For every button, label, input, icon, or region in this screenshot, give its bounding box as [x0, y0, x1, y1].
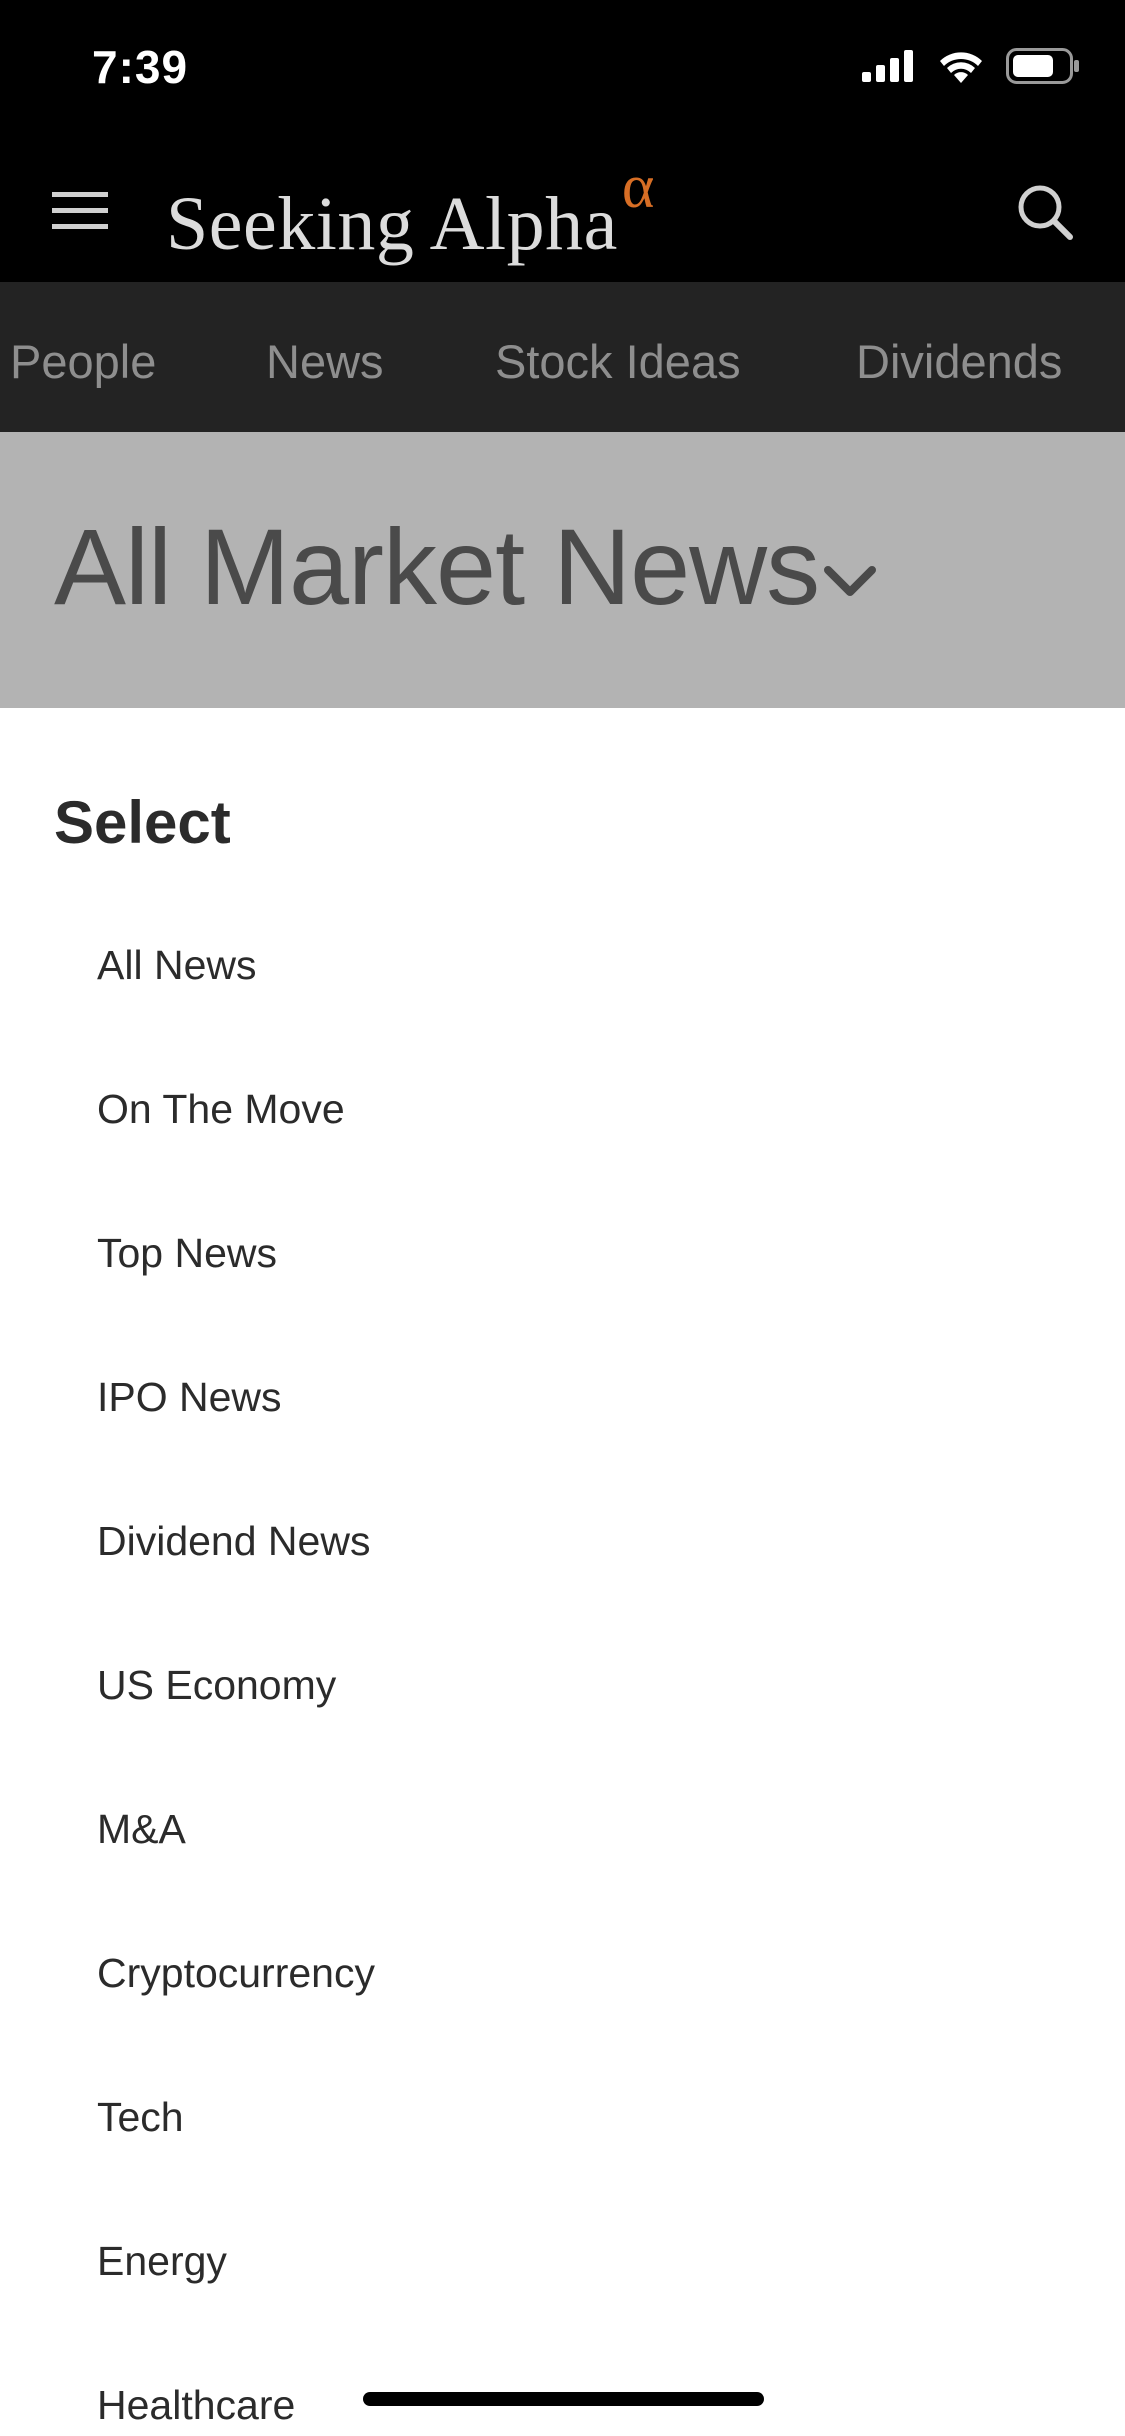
select-sheet: Select All News On The Move Top News IPO… [0, 708, 1125, 2436]
option-m-and-a[interactable]: M&A [0, 1806, 1125, 1950]
option-top-news[interactable]: Top News [0, 1230, 1125, 1374]
status-time: 7:39 [92, 41, 189, 93]
option-on-the-move[interactable]: On The Move [0, 1086, 1125, 1230]
status-bar: 7:39 [0, 0, 1125, 140]
search-icon [1018, 185, 1073, 240]
option-tech[interactable]: Tech [0, 2094, 1125, 2238]
chevron-down-icon[interactable] [820, 552, 880, 612]
home-indicator [363, 2392, 764, 2406]
hamburger-menu-icon [52, 192, 108, 229]
tab-news[interactable]: News [266, 334, 384, 389]
menu-button[interactable] [40, 170, 120, 250]
sheet-title: Select [54, 789, 231, 856]
wifi-icon [940, 52, 982, 83]
brand-name: Seeking Alpha [166, 182, 618, 266]
option-cryptocurrency[interactable]: Cryptocurrency [0, 1950, 1125, 2094]
option-healthcare[interactable]: Healthcare [0, 2382, 1125, 2436]
cellular-signal-icon [862, 50, 913, 82]
option-all-news[interactable]: All News [0, 942, 1125, 1086]
app-header: Seeking Alpha α [0, 140, 1125, 282]
tab-people[interactable]: People [10, 334, 156, 389]
nav-tabs: People News Stock Ideas Dividends [0, 282, 1125, 432]
option-us-economy[interactable]: US Economy [0, 1662, 1125, 1806]
page-title[interactable]: All Market News [54, 504, 820, 629]
battery-icon [1006, 48, 1079, 84]
tab-stock-ideas[interactable]: Stock Ideas [495, 334, 741, 389]
status-icons [862, 48, 1080, 84]
page-title-band[interactable]: All Market News [0, 432, 1125, 708]
option-list: All News On The Move Top News IPO News D… [0, 942, 1125, 2436]
tab-dividends[interactable]: Dividends [856, 334, 1062, 389]
search-button[interactable] [1005, 172, 1085, 252]
option-dividend-news[interactable]: Dividend News [0, 1518, 1125, 1662]
option-ipo-news[interactable]: IPO News [0, 1374, 1125, 1518]
screen: 7:39 Seeking Alpha α People News Stock I… [0, 0, 1125, 2436]
option-energy[interactable]: Energy [0, 2238, 1125, 2382]
brand-alpha-mark: α [621, 153, 655, 221]
brand-logo[interactable]: Seeking Alpha α [166, 156, 654, 266]
